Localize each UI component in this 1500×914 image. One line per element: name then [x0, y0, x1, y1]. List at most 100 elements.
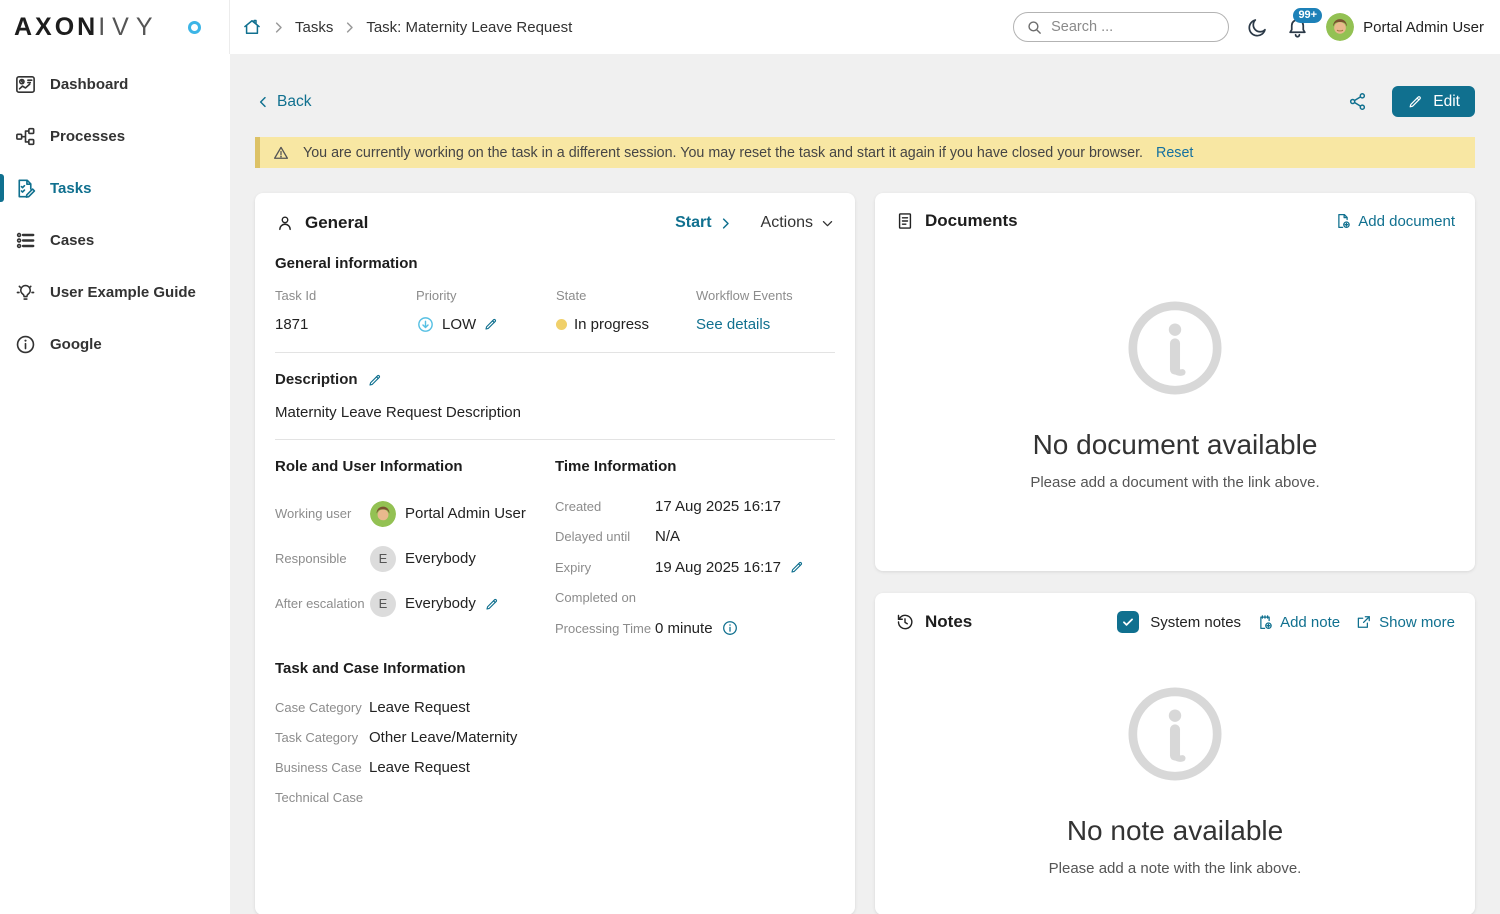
description-text: Maternity Leave Request Description: [275, 404, 835, 421]
show-more-link[interactable]: Show more: [1355, 613, 1455, 631]
actions-menu-button[interactable]: Actions: [761, 214, 835, 232]
user-menu[interactable]: Portal Admin User: [1326, 13, 1484, 41]
search-input[interactable]: [1051, 19, 1216, 35]
sidebar-item-google[interactable]: Google: [0, 318, 230, 370]
processing-time-label: Processing Time: [555, 621, 655, 636]
created-label: Created: [555, 499, 655, 514]
lightbulb-icon: [14, 281, 37, 304]
task-category-row: Task Category Other Leave/Maternity: [275, 723, 835, 753]
search-icon: [1026, 19, 1043, 36]
expiry-label: Expiry: [555, 560, 655, 575]
breadcrumb-tasks[interactable]: Tasks: [295, 19, 333, 36]
sidebar-item-label: Dashboard: [50, 76, 128, 93]
dark-mode-toggle[interactable]: [1246, 16, 1269, 39]
avatar: [1326, 13, 1354, 41]
sidebar-item-processes[interactable]: Processes: [0, 110, 230, 162]
system-notes-checkbox[interactable]: [1117, 611, 1139, 633]
info-circle-icon: [1120, 679, 1230, 789]
completed-on-row: Completed on: [555, 583, 835, 614]
delayed-until-row: Delayed until N/A: [555, 522, 835, 553]
breadcrumb-current: Task: Maternity Leave Request: [366, 19, 572, 36]
logo-text-secondary: IVY: [98, 13, 159, 42]
edit-description-icon[interactable]: [367, 372, 383, 388]
responsible-row: Responsible E Everybody: [275, 536, 555, 581]
info-circle-icon: [1120, 293, 1230, 403]
notes-card: Notes System notes Add note: [875, 593, 1475, 914]
sidebar-item-dashboard[interactable]: Dashboard: [0, 58, 230, 110]
edit-label: Edit: [1433, 93, 1460, 111]
created-value: 17 Aug 2025 16:17: [655, 498, 781, 515]
add-note-label: Add note: [1280, 614, 1340, 631]
start-label: Start: [675, 214, 711, 232]
state-text: In progress: [574, 316, 649, 333]
responsible-avatar: E: [370, 546, 396, 572]
processing-time-row: Processing Time 0 minute: [555, 613, 835, 644]
sidebar-item-label: Processes: [50, 128, 125, 145]
general-title-text: General: [305, 213, 368, 233]
technical-case-label: Technical Case: [275, 790, 369, 805]
state-label: State: [556, 288, 696, 303]
working-user-avatar: [370, 501, 396, 527]
add-note-link[interactable]: Add note: [1256, 613, 1340, 631]
general-info-grid: Task Id 1871 Priority LOW: [275, 288, 835, 334]
axonivy-logo[interactable]: AXON IVY: [14, 13, 160, 42]
active-indicator: [0, 174, 4, 202]
edit-button[interactable]: Edit: [1392, 86, 1475, 117]
edit-expiry-icon[interactable]: [789, 559, 805, 575]
working-user-label: Working user: [275, 506, 370, 521]
history-icon: [895, 612, 915, 632]
processes-icon: [14, 125, 37, 148]
chevron-right-icon: [271, 20, 286, 35]
case-category-label: Case Category: [275, 700, 369, 715]
general-card-title: General: [275, 213, 368, 233]
priority-text: LOW: [442, 316, 476, 333]
sidebar-item-label: Tasks: [50, 180, 91, 197]
after-escalation-avatar: E: [370, 591, 396, 617]
processing-time-info-icon[interactable]: [721, 619, 739, 637]
sidebar-item-label: Google: [50, 336, 102, 353]
see-details-link[interactable]: See details: [696, 316, 770, 333]
edit-priority-icon[interactable]: [483, 316, 499, 332]
add-document-link[interactable]: Add document: [1334, 212, 1455, 230]
sidebar-item-cases[interactable]: Cases: [0, 214, 230, 266]
edit-escalation-icon[interactable]: [484, 596, 500, 612]
notes-card-title: Notes: [895, 612, 972, 632]
logo-area: AXON IVY: [0, 0, 230, 54]
time-information-title: Time Information: [555, 458, 835, 475]
loading-spinner-icon: [188, 21, 201, 34]
start-button[interactable]: Start: [675, 214, 732, 232]
documents-card: Documents Add document No document avail…: [875, 193, 1475, 571]
warning-message: You are currently working on the task in…: [303, 145, 1143, 161]
task-category-label: Task Category: [275, 730, 369, 745]
responsible-label: Responsible: [275, 551, 370, 566]
technical-case-row: Technical Case: [275, 783, 835, 813]
actions-label: Actions: [761, 214, 813, 232]
priority-low-icon: [416, 315, 435, 334]
sidebar-item-tasks[interactable]: Tasks: [0, 162, 230, 214]
sidebar-item-label: User Example Guide: [50, 284, 196, 301]
home-icon[interactable]: [242, 17, 262, 37]
back-label: Back: [277, 93, 311, 111]
task-category-value: Other Leave/Maternity: [369, 729, 517, 746]
business-case-label: Business Case: [275, 760, 369, 775]
after-escalation-row: After escalation E Everybody: [275, 581, 555, 626]
priority-label: Priority: [416, 288, 556, 303]
session-warning-banner: You are currently working on the task in…: [255, 137, 1475, 168]
working-user-row: Working user Portal Admin User: [275, 491, 555, 536]
add-document-label: Add document: [1358, 213, 1455, 230]
completed-on-label: Completed on: [555, 590, 655, 605]
share-button[interactable]: [1347, 91, 1368, 112]
documents-title-text: Documents: [925, 211, 1018, 231]
reset-link[interactable]: Reset: [1156, 145, 1193, 161]
notifications-button[interactable]: 99+: [1286, 16, 1309, 39]
task-id-value: 1871: [275, 314, 416, 334]
business-case-link[interactable]: Leave Request: [369, 759, 470, 776]
expiry-value: 19 Aug 2025 16:17: [655, 559, 781, 576]
global-search[interactable]: [1013, 12, 1229, 42]
case-category-value: Leave Request: [369, 699, 470, 716]
sidebar-item-user-example-guide[interactable]: User Example Guide: [0, 266, 230, 318]
chevron-down-icon: [820, 216, 835, 231]
no-document-hint: Please add a document with the link abov…: [1030, 474, 1319, 491]
back-button[interactable]: Back: [255, 93, 311, 111]
divider: [275, 352, 835, 353]
